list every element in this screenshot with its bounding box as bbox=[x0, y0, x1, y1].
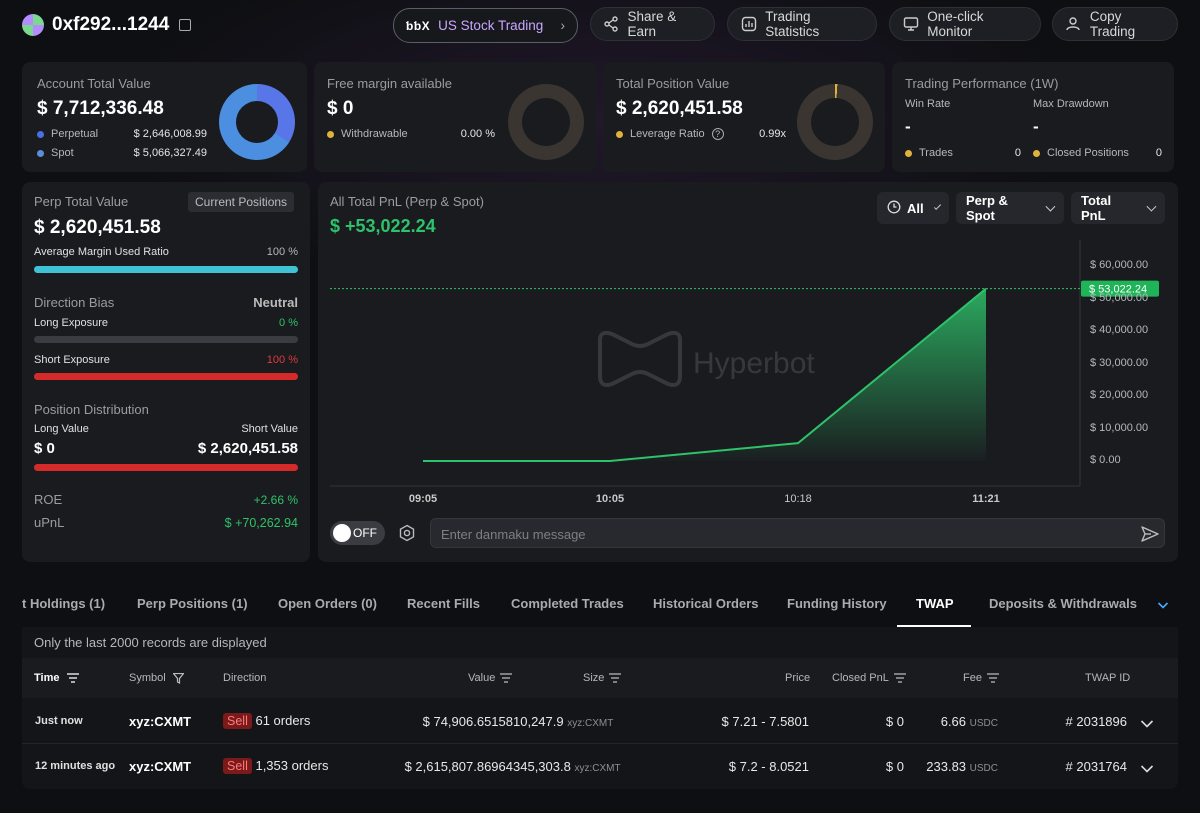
row-expand-chevron-icon[interactable] bbox=[1140, 761, 1154, 779]
th-size-label: Size bbox=[583, 672, 605, 684]
watermark-text: Hyperbot bbox=[693, 347, 815, 380]
tab-historical-orders[interactable]: Historical Orders bbox=[653, 596, 759, 611]
row-symbol[interactable]: xyz:CXMT bbox=[129, 759, 191, 774]
tab-completed-trades[interactable]: Completed Trades bbox=[511, 596, 624, 611]
row-size-unit: xyz:CXMT bbox=[567, 718, 614, 729]
th-symbol-label: Symbol bbox=[129, 672, 166, 684]
filter-icon bbox=[172, 672, 185, 684]
y-tick-label: $ 40,000.00 bbox=[1090, 324, 1149, 336]
sort-icon bbox=[500, 673, 513, 683]
tab-t-holdings-1[interactable]: t Holdings (1) bbox=[22, 596, 105, 611]
row-direction: Sell 61 orders bbox=[223, 713, 311, 729]
row-time: 12 minutes ago bbox=[35, 760, 116, 772]
send-icon[interactable] bbox=[1140, 524, 1160, 549]
settings-icon[interactable] bbox=[398, 524, 416, 547]
row-expand-chevron-icon[interactable] bbox=[1140, 716, 1154, 734]
th-symbol[interactable]: Symbol bbox=[129, 672, 185, 684]
expand-chevron-icon[interactable] bbox=[1157, 598, 1169, 616]
th-twap-id: TWAP ID bbox=[1085, 672, 1131, 684]
toggle-label: OFF bbox=[353, 526, 377, 540]
records-notice: Only the last 2000 records are displayed bbox=[34, 635, 267, 650]
y-tick-label: $ 20,000.00 bbox=[1090, 389, 1149, 401]
row-fee-unit: USDC bbox=[969, 718, 998, 729]
row-orders: 61 orders bbox=[255, 713, 311, 728]
sort-icon bbox=[609, 673, 622, 683]
row-orders: 1,353 orders bbox=[255, 758, 329, 773]
sort-icon bbox=[986, 673, 999, 683]
sell-badge: Sell bbox=[223, 758, 252, 774]
row-fee: 233.83 USDC bbox=[926, 759, 998, 774]
row-size-amount: 345,303.8 bbox=[513, 759, 571, 774]
row-value: $ 2,615,807.86964 bbox=[404, 759, 513, 774]
th-fee[interactable]: Fee bbox=[963, 672, 999, 684]
th-value-label: Value bbox=[468, 672, 496, 684]
danmaku-placeholder: Enter danmaku message bbox=[441, 527, 586, 542]
y-tick-label: $ 60,000.00 bbox=[1090, 259, 1149, 271]
x-tick-label: 10:05 bbox=[595, 493, 625, 505]
th-closed-pnl[interactable]: Closed PnL bbox=[832, 672, 906, 684]
row-fee-amount: 6.66 bbox=[940, 714, 967, 729]
th-closed-pnl-label: Closed PnL bbox=[832, 672, 889, 684]
y-tick-label: $ 30,000.00 bbox=[1090, 356, 1149, 369]
tab-deposits-withdrawals[interactable]: Deposits & Withdrawals bbox=[989, 596, 1137, 611]
th-direction: Direction bbox=[223, 672, 267, 684]
row-direction: Sell 1,353 orders bbox=[223, 758, 329, 774]
row-divider bbox=[22, 743, 1178, 744]
y-tick-label: $ 10,000.00 bbox=[1090, 421, 1149, 434]
sort-icon bbox=[66, 673, 79, 683]
row-closed-pnl: $ 0 bbox=[885, 759, 904, 774]
row-size: 345,303.8 xyz:CXMT bbox=[513, 759, 621, 774]
row-twap-id: # 2031764 bbox=[1065, 759, 1127, 774]
danmaku-input[interactable]: Enter danmaku message bbox=[430, 518, 1165, 548]
tab-perp-positions-1[interactable]: Perp Positions (1) bbox=[137, 596, 248, 611]
x-tick-label: 11:21 bbox=[972, 493, 1000, 505]
y-tick-label: $ 0.00 bbox=[1090, 454, 1121, 466]
th-value[interactable]: Value bbox=[468, 672, 513, 684]
row-size: 10,247.9 xyz:CXMT bbox=[513, 714, 613, 729]
row-price: $ 7.21 - 7.5801 bbox=[721, 714, 809, 729]
row-size-unit: xyz:CXMT bbox=[574, 763, 621, 774]
hyperbot-watermark-logo bbox=[598, 330, 682, 387]
th-size[interactable]: Size bbox=[583, 672, 622, 684]
row-symbol[interactable]: xyz:CXMT bbox=[129, 714, 191, 729]
x-tick-label: 10:18 bbox=[784, 493, 812, 505]
row-price: $ 7.2 - 8.0521 bbox=[728, 759, 809, 774]
danmaku-toggle[interactable]: OFF bbox=[330, 521, 385, 545]
tab-funding-history[interactable]: Funding History bbox=[787, 596, 887, 611]
x-tick-label: 09:05 bbox=[408, 493, 438, 505]
row-size-amount: 10,247.9 bbox=[513, 714, 564, 729]
row-fee-unit: USDC bbox=[969, 763, 998, 774]
tab-recent-fills[interactable]: Recent Fills bbox=[407, 596, 480, 611]
th-fee-label: Fee bbox=[963, 672, 982, 684]
th-time-label: Time bbox=[34, 672, 60, 684]
th-price: Price bbox=[785, 672, 811, 684]
row-closed-pnl: $ 0 bbox=[885, 714, 904, 729]
row-fee: 6.66 USDC bbox=[941, 714, 998, 729]
sort-icon bbox=[893, 673, 906, 683]
row-value: $ 74,906.65158 bbox=[422, 714, 513, 729]
th-time[interactable]: Time bbox=[34, 672, 79, 684]
row-time: Just now bbox=[35, 715, 83, 727]
row-twap-id: # 2031896 bbox=[1065, 714, 1127, 729]
tab-twap[interactable]: TWAP bbox=[916, 596, 954, 611]
row-fee-amount: 233.83 bbox=[926, 759, 967, 774]
sell-badge: Sell bbox=[223, 713, 252, 729]
tab-open-orders-0[interactable]: Open Orders (0) bbox=[278, 596, 377, 611]
y-tick-label: $ 50,000.00 bbox=[1090, 291, 1149, 304]
